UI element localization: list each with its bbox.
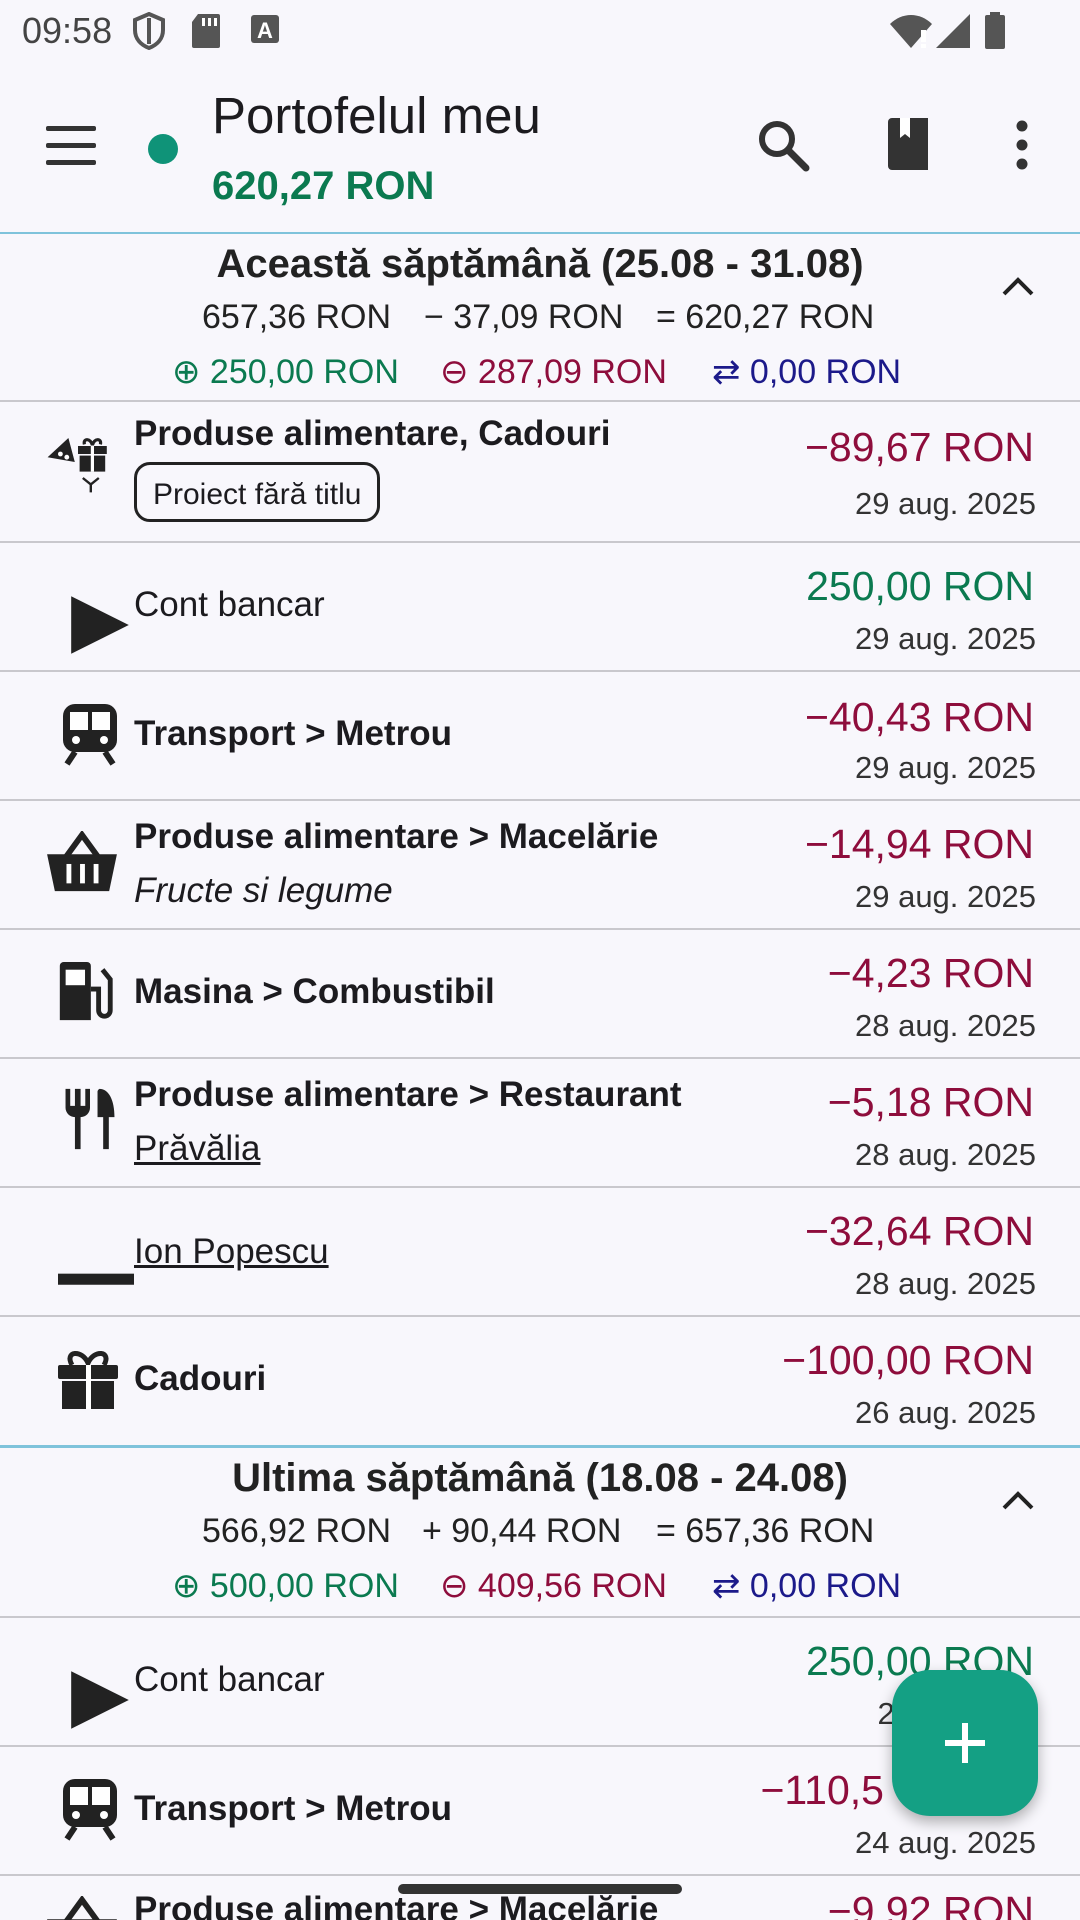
transaction-amount: −4,23 RON (827, 950, 1034, 996)
book-icon[interactable] (886, 116, 932, 172)
transaction-title: Cont bancar (134, 1660, 325, 1699)
transaction-date: 29 aug. 2025 (854, 750, 1036, 785)
week-title: Ultima săptămână (18.08 - 24.08) (232, 1456, 848, 1500)
week-expense: ⊖ 287,09 RON (440, 353, 667, 391)
train-icon (63, 704, 117, 766)
transaction-title: Produse alimentare > Restaurant (134, 1075, 682, 1114)
food-gift-split-icon (47, 438, 107, 493)
transaction-row[interactable]: Cadouri −100,00 RON 26 aug. 2025 (0, 1317, 1080, 1444)
transaction-date: 24 aug. 2025 (854, 1825, 1036, 1860)
transaction-date: 28 aug. 2025 (854, 1266, 1036, 1301)
transaction-date: 29 aug. 2025 (854, 879, 1036, 914)
transaction-title: Cadouri (134, 1359, 267, 1398)
transaction-amount: −89,67 RON (804, 424, 1034, 470)
transaction-date: 28 aug. 2025 (854, 1137, 1036, 1172)
transaction-amount: −110,5 (760, 1767, 884, 1813)
signal-icon (936, 14, 970, 48)
project-chip[interactable]: Proiect fără titlu (134, 462, 381, 522)
week-income: ⊕ 250,00 RON (172, 353, 399, 391)
transaction-amount: −14,94 RON (804, 821, 1034, 867)
play-arrow-icon (71, 596, 129, 654)
transaction-date: 29 aug. 2025 (854, 486, 1036, 521)
transaction-title: Masina > Combustibil (134, 972, 495, 1011)
transaction-date: 29 aug. 2025 (854, 621, 1036, 656)
transaction-amount: −32,64 RON (804, 1208, 1034, 1254)
week-header[interactable]: Ultima săptămână (18.08 - 24.08) 566,92 … (0, 1448, 1080, 1614)
transaction-date: 28 aug. 2025 (854, 1008, 1036, 1043)
fuel-icon (59, 961, 113, 1021)
transaction-amount: −40,43 RON (804, 694, 1034, 740)
chevron-up-icon[interactable] (1000, 274, 1036, 298)
wallet-color-indicator (148, 134, 178, 164)
gift-icon (58, 1351, 118, 1409)
payee-link[interactable]: Ion Popescu (134, 1232, 329, 1272)
week-expense: ⊖ 409,56 RON (440, 1567, 667, 1605)
week-delta: + 90,44 RON (422, 1512, 622, 1550)
plus-icon (945, 1723, 985, 1763)
transaction-title: Produse alimentare > Macelărie (134, 1890, 659, 1920)
transaction-title: Transport > Metrou (134, 1789, 452, 1828)
transaction-row[interactable]: Cont bancar 250,00 RON 29 aug. 2025 (0, 543, 1080, 670)
more-options-icon[interactable] (1010, 120, 1034, 170)
transaction-amount: −9,92 RON (827, 1888, 1034, 1920)
add-transaction-button[interactable] (892, 1670, 1038, 1816)
week-title: Această săptămână (25.08 - 31.08) (216, 242, 864, 286)
transaction-amount: −100,00 RON (782, 1337, 1034, 1383)
status-bar: 09:58 A (0, 0, 1080, 64)
transaction-note: Fructe si legume (134, 871, 393, 910)
transaction-row[interactable]: Produse alimentare > Restaurant Prăvălia… (0, 1059, 1080, 1186)
week-income: ⊕ 500,00 RON (172, 1567, 399, 1605)
week-transfer: ⇄ 0,00 RON (712, 353, 902, 391)
week-delta: − 37,09 RON (424, 298, 624, 336)
search-icon[interactable] (756, 118, 810, 172)
week-end-balance: = 620,27 RON (656, 298, 875, 336)
gesture-nav-handle[interactable] (398, 1884, 682, 1894)
minus-icon (58, 1273, 134, 1285)
svg-text:A: A (257, 18, 273, 43)
transaction-title: Produse alimentare > Macelărie (134, 817, 659, 856)
train-icon (63, 1779, 117, 1841)
transaction-amount: 250,00 RON (806, 563, 1034, 609)
transaction-title: Cont bancar (134, 585, 325, 624)
chevron-up-icon[interactable] (1000, 1488, 1036, 1512)
basket-icon (47, 831, 117, 892)
text-a-icon: A (251, 15, 279, 43)
week-header[interactable]: Această săptămână (25.08 - 31.08) 657,36… (0, 234, 1080, 400)
sd-card-icon (192, 14, 220, 48)
battery-icon (985, 12, 1005, 49)
wifi-icon (890, 15, 932, 48)
transaction-date: 26 aug. 2025 (854, 1395, 1036, 1430)
transaction-row[interactable]: Produse alimentare > Macelărie −9,92 RON (0, 1876, 1080, 1920)
menu-icon[interactable] (46, 126, 98, 166)
transaction-amount: −5,18 RON (827, 1079, 1034, 1125)
app-bar: Portofelul meu 620,27 RON (0, 64, 1080, 234)
transaction-title: Produse alimentare, Cadouri (134, 414, 611, 453)
week-start-balance: 657,36 RON (202, 298, 391, 336)
shield-icon (133, 12, 165, 50)
restaurant-icon (65, 1088, 115, 1150)
transaction-row[interactable]: Masina > Combustibil −4,23 RON 28 aug. 2… (0, 930, 1080, 1057)
transaction-row[interactable]: Ion Popescu −32,64 RON 28 aug. 2025 (0, 1188, 1080, 1315)
transaction-row[interactable]: Produse alimentare, Cadouri Proiect fără… (0, 402, 1080, 529)
transaction-row[interactable]: Produse alimentare > Macelărie Fructe si… (0, 801, 1080, 928)
basket-icon (47, 1896, 117, 1920)
payee-link[interactable]: Prăvălia (134, 1129, 260, 1169)
transaction-row[interactable]: Transport > Metrou −40,43 RON 29 aug. 20… (0, 672, 1080, 799)
status-time: 09:58 (22, 10, 113, 51)
week-end-balance: = 657,36 RON (656, 1512, 875, 1550)
play-arrow-icon (71, 1671, 129, 1729)
wallet-balance: 620,27 RON (212, 164, 435, 208)
week-transfer: ⇄ 0,00 RON (712, 1567, 902, 1605)
week-start-balance: 566,92 RON (202, 1512, 391, 1550)
app-title[interactable]: Portofelul meu (212, 86, 541, 145)
transaction-title: Transport > Metrou (134, 714, 452, 753)
